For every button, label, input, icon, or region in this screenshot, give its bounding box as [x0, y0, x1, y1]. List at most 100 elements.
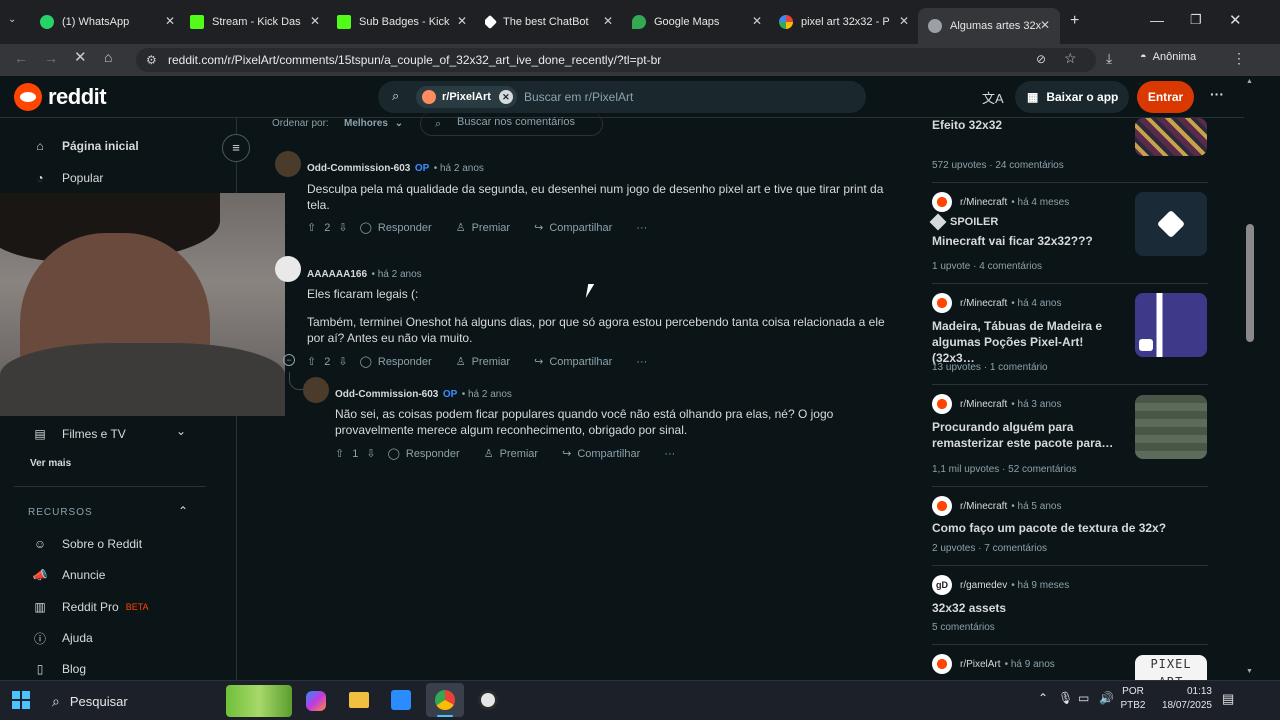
close-icon[interactable]: ✕	[457, 14, 467, 28]
related-post-thumbnail[interactable]: PIXEL ART	[1135, 655, 1207, 680]
tab-whatsapp[interactable]: (1) WhatsApp ✕	[40, 8, 175, 36]
obs-icon[interactable]	[478, 690, 498, 710]
downvote-icon[interactable]: ⇩	[338, 221, 347, 234]
nav-home[interactable]: ⌂ Página inicial	[30, 136, 138, 156]
close-icon[interactable]: ✕	[165, 14, 175, 28]
related-post-sub[interactable]: r/Minecraft • há 4 anos	[932, 293, 1061, 313]
award-button[interactable]: ♙ Premiar	[456, 221, 510, 235]
notifications-icon[interactable]: ▤	[1222, 691, 1234, 707]
downvote-icon[interactable]: ⇩	[366, 447, 375, 460]
download-icon[interactable]: ⤓	[1106, 50, 1112, 67]
new-tab-button[interactable]: +	[1070, 12, 1079, 30]
network-icon[interactable]: ▭	[1078, 691, 1089, 705]
share-button[interactable]: ↪ Compartilhar	[534, 221, 612, 235]
reply-button[interactable]: ◯ Responder	[388, 447, 460, 461]
tab-reddit-active[interactable]: Algumas artes 32x ✕	[918, 8, 1060, 44]
nav-advertise[interactable]: 📣 Anuncie	[30, 565, 106, 585]
more-options-icon[interactable]: ···	[1210, 86, 1224, 102]
close-icon[interactable]: ✕	[752, 14, 762, 28]
reddit-logo[interactable]: reddit	[14, 83, 107, 111]
nav-blog[interactable]: ▯ Blog	[30, 659, 86, 679]
download-app-button[interactable]: ▦ Baixar o app	[1015, 81, 1129, 113]
close-icon[interactable]: ✕	[899, 14, 909, 28]
related-post-thumbnail[interactable]	[1135, 118, 1207, 156]
tab-google-search[interactable]: pixel art 32x32 - P ✕	[779, 8, 909, 36]
related-post-title[interactable]: Procurando alguém para remasterizar este…	[932, 419, 1128, 451]
related-post-title[interactable]: Madeira, Tábuas de Madeira e algumas Poç…	[932, 318, 1128, 366]
clear-chip-icon[interactable]: ✕	[498, 90, 513, 104]
upvote-icon[interactable]: ⇧	[307, 221, 316, 234]
tab-chatbot[interactable]: The best ChatBot ✕	[485, 8, 613, 36]
collapse-thread-icon[interactable]: −	[283, 354, 295, 366]
nav-reddit-pro[interactable]: ▥ Reddit Pro BETA	[30, 597, 148, 617]
stop-icon[interactable]: ✕	[74, 48, 87, 66]
award-button[interactable]: ♙ Premiar	[456, 355, 510, 369]
upvote-icon[interactable]: ⇧	[307, 355, 316, 368]
nav-about[interactable]: ☺ Sobre o Reddit	[30, 534, 142, 554]
copilot-icon[interactable]	[306, 691, 326, 711]
related-post-title[interactable]: Efeito 32x32	[932, 117, 1128, 133]
translate-icon[interactable]: 文A	[982, 88, 1004, 107]
related-post-thumbnail[interactable]	[1135, 395, 1207, 459]
browser-menu-icon[interactable]: ⋮	[1232, 50, 1246, 67]
related-post-title[interactable]: Minecraft vai ficar 32x32???	[932, 233, 1128, 249]
related-post-thumbnail[interactable]	[1135, 293, 1207, 357]
more-actions-button[interactable]: ···	[664, 448, 675, 460]
site-info-icon[interactable]: ⚙	[146, 48, 157, 72]
store-icon[interactable]	[391, 690, 411, 710]
home-icon[interactable]: ⌂	[104, 49, 112, 65]
chrome-taskbar-button[interactable]	[426, 683, 464, 717]
search-bar[interactable]: ⌕ r/PixelArt ✕ Buscar em r/PixelArt	[378, 81, 866, 113]
collapse-nav-button[interactable]: ≡	[222, 134, 250, 162]
related-post-sub[interactable]: r/Minecraft • há 4 meses	[932, 192, 1069, 212]
comment-username[interactable]: AAAAAA166	[307, 269, 367, 280]
reply-button[interactable]: ◯ Responder	[360, 221, 432, 235]
minimize-button[interactable]: —	[1150, 12, 1164, 28]
comment-search-input[interactable]: ⌕ Buscar nos comentários	[420, 112, 603, 136]
file-explorer-icon[interactable]	[349, 692, 369, 708]
related-post-title[interactable]: 32x32 assets	[932, 600, 1128, 616]
nav-popular[interactable]: ◔ Popular	[30, 168, 103, 188]
nav-movies-tv[interactable]: ▤ Filmes e TV	[30, 424, 125, 444]
share-button[interactable]: ↪ Compartilhar	[534, 355, 612, 369]
sort-dropdown[interactable]: Melhores ⌄	[344, 118, 403, 129]
close-icon[interactable]: ✕	[310, 14, 320, 28]
microphone-icon[interactable]: 🎙	[1058, 691, 1073, 705]
share-button[interactable]: ↪ Compartilhar	[562, 447, 640, 461]
login-button[interactable]: Entrar	[1137, 81, 1194, 113]
avatar[interactable]	[303, 377, 329, 403]
page-scrollbar[interactable]: ▲ ▼	[1244, 76, 1256, 680]
close-icon[interactable]: ✕	[603, 14, 613, 28]
close-icon[interactable]: ✕	[1040, 18, 1050, 32]
language-indicator[interactable]: POR PTB2	[1118, 685, 1148, 713]
maximize-button[interactable]: ❐	[1190, 12, 1202, 28]
windows-start-icon[interactable]	[12, 691, 30, 709]
related-post-sub[interactable]: r/Minecraft • há 3 anos	[932, 394, 1061, 414]
chevron-up-icon[interactable]: ⌃	[1038, 691, 1048, 705]
nav-help[interactable]: ⓘ Ajuda	[30, 628, 93, 648]
url-bar[interactable]: ⚙ reddit.com/r/PixelArt/comments/15tspun…	[136, 48, 1096, 72]
comment-username[interactable]: Odd-Commission-603	[335, 389, 438, 400]
reply-button[interactable]: ◯ Responder	[360, 355, 432, 369]
award-button[interactable]: ♙ Premiar	[484, 447, 538, 461]
downvote-icon[interactable]: ⇩	[338, 355, 347, 368]
bookmark-star-icon[interactable]: ☆	[1064, 50, 1077, 67]
upvote-icon[interactable]: ⇧	[335, 447, 344, 460]
scroll-down-icon[interactable]: ▼	[1246, 668, 1253, 675]
clock[interactable]: 01:13 18/07/2025	[1152, 685, 1212, 713]
close-window-button[interactable]: ✕	[1229, 11, 1242, 29]
widgets-icon[interactable]	[226, 685, 292, 717]
eye-off-icon[interactable]: ⊘	[1036, 52, 1046, 66]
tab-kick-badges[interactable]: Sub Badges - Kick ✕	[337, 8, 467, 36]
avatar[interactable]	[275, 151, 301, 177]
related-post-sub[interactable]: r/Minecraft • há 5 anos	[932, 496, 1061, 516]
back-icon[interactable]: ←	[14, 50, 28, 66]
volume-icon[interactable]: 🔊	[1099, 691, 1114, 705]
tab-google-maps[interactable]: Google Maps ✕	[632, 8, 762, 36]
related-post-title[interactable]: Como faço um pacote de textura de 32x?	[932, 520, 1202, 536]
more-actions-button[interactable]: ···	[636, 222, 647, 234]
see-more-link[interactable]: Ver mais	[30, 458, 71, 469]
scrollbar-thumb[interactable]	[1246, 224, 1254, 342]
more-actions-button[interactable]: ···	[636, 356, 647, 368]
related-post-sub[interactable]: gD r/gamedev • há 9 meses	[932, 575, 1069, 595]
